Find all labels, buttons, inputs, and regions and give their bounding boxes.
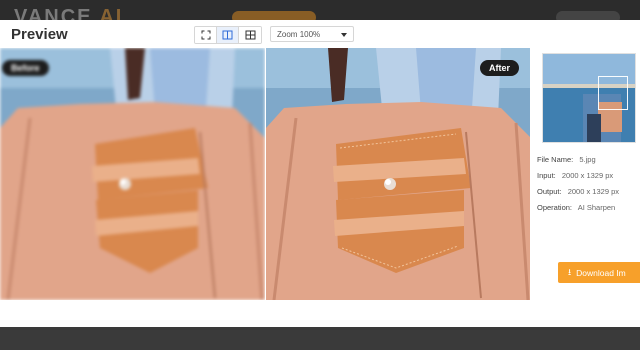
zoom-select[interactable]: Zoom 100% <box>270 26 354 42</box>
image-thumbnail[interactable] <box>542 53 636 143</box>
after-image: After <box>266 48 530 300</box>
before-after-compare[interactable]: Before After <box>0 48 530 300</box>
grid-view-button[interactable] <box>239 27 261 43</box>
input-value: 2000 x 1329 px <box>561 171 614 180</box>
file-name-value: 5.jpg <box>579 155 596 164</box>
output-key: Output: <box>537 187 562 196</box>
info-input: Input: 2000 x 1329 px <box>536 168 640 184</box>
backdrop-footer <box>0 327 640 350</box>
file-name-key: File Name: <box>537 155 574 164</box>
before-image: Before <box>0 48 265 300</box>
zoom-label: Zoom <box>277 29 298 39</box>
bag-photo-after <box>266 48 530 300</box>
fullscreen-view-button[interactable] <box>195 27 217 43</box>
info-file-name: File Name: 5.jpg <box>536 152 640 168</box>
backdrop-app-header: VANCE AI <box>0 0 640 28</box>
grid-view-icon <box>245 30 255 40</box>
download-icon: ⭳ <box>568 266 572 277</box>
after-label: After <box>480 60 520 76</box>
caret-down-icon <box>341 33 347 37</box>
bag-photo-before <box>0 48 265 300</box>
operation-value: AI Sharpen <box>577 203 616 212</box>
output-value: 2000 x 1329 px <box>567 187 619 196</box>
operation-key: Operation: <box>537 203 573 212</box>
preview-modal: Preview Zoom 100% Before After File Name… <box>0 20 640 327</box>
fullscreen-icon <box>201 30 210 40</box>
modal-title: Preview <box>11 26 68 43</box>
download-image-button[interactable]: ⭳ Download Im <box>558 262 640 283</box>
before-label: Before <box>2 60 49 76</box>
download-label: Download Im <box>576 267 626 278</box>
file-info: File Name: 5.jpg Input: 2000 x 1329 px O… <box>536 152 640 216</box>
view-mode-toggle <box>194 26 262 44</box>
info-panel: File Name: 5.jpg Input: 2000 x 1329 px O… <box>536 48 640 300</box>
split-view-button[interactable] <box>217 27 239 43</box>
info-operation: Operation: AI Sharpen <box>536 200 640 216</box>
input-key: Input: <box>537 171 556 180</box>
split-view-icon <box>222 30 233 40</box>
zoom-value: 100% <box>299 29 321 39</box>
info-output: Output: 2000 x 1329 px <box>536 184 640 200</box>
viewport-frame[interactable] <box>598 76 628 110</box>
